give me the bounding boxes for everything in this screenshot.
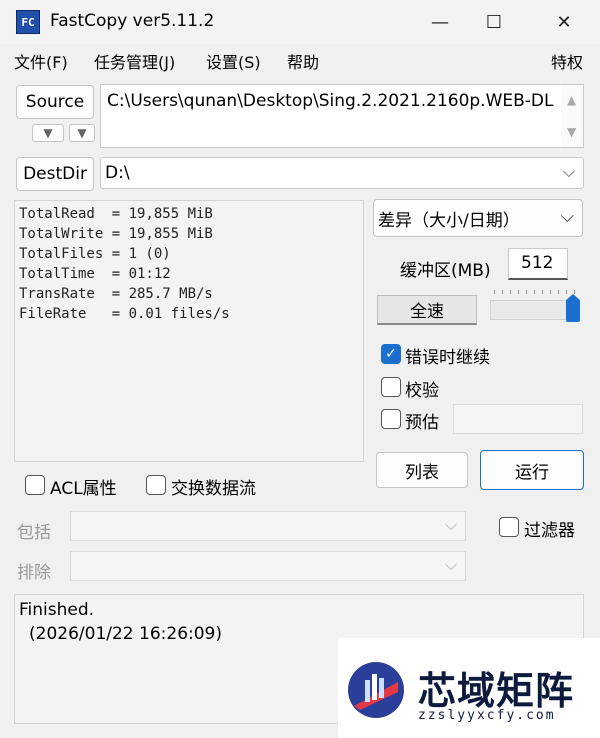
buffer-label: 缓冲区(MB): [400, 261, 491, 281]
continue-on-error-checkbox[interactable]: ✓: [381, 344, 401, 364]
speed-slider-tick: [558, 290, 559, 294]
chevron-down-icon: ⌵: [562, 162, 575, 181]
title-bar[interactable]: FC FastCopy ver5.11.2 — ☐ ✕: [0, 0, 600, 44]
source-history-button[interactable]: ▼: [32, 124, 64, 142]
menu-settings[interactable]: 设置(S): [206, 49, 261, 73]
speed-slider[interactable]: [490, 290, 582, 324]
log-line: TotalWrite = 19,855 MiB: [19, 226, 213, 242]
verify-checkbox[interactable]: [381, 377, 401, 397]
speed-slider-tick: [566, 290, 567, 294]
run-button[interactable]: 运行: [480, 450, 584, 490]
result-log[interactable]: TotalRead = 19,855 MiB TotalWrite = 19,8…: [14, 200, 364, 462]
source-scrollbar[interactable]: ▲ ▼: [561, 85, 583, 147]
exclude-filter-combo: ⌵: [70, 551, 466, 581]
estimate-checkbox[interactable]: [381, 409, 401, 429]
source-button[interactable]: Source: [16, 85, 94, 119]
include-filter-combo: ⌵: [70, 511, 466, 541]
acl-checkbox[interactable]: [25, 475, 45, 495]
speed-slider-track: [490, 300, 578, 320]
continue-on-error-label: 错误时继续: [405, 348, 490, 368]
dest-path-text: D:\: [105, 163, 130, 183]
acl-label: ACL属性: [50, 479, 117, 499]
speed-slider-ticks: [490, 290, 578, 294]
close-icon: ✕: [556, 11, 572, 33]
log-line: TransRate = 285.7 MB/s: [19, 286, 213, 302]
estimate-label: 预估: [405, 413, 439, 433]
include-label: 包括: [17, 523, 51, 543]
destdir-button[interactable]: DestDir: [16, 157, 94, 191]
speed-slider-tick: [518, 290, 519, 294]
filter-label: 过滤器: [524, 521, 575, 541]
speed-slider-tick: [550, 290, 551, 294]
ads-checkbox[interactable]: [146, 475, 166, 495]
maximize-button[interactable]: ☐: [462, 0, 526, 44]
scroll-down-icon[interactable]: ▼: [567, 125, 576, 139]
source-path-field[interactable]: C:\Users\qunan\Desktop\Sing.2.2021.2160p…: [100, 84, 584, 148]
chevron-down-icon: ⌵: [444, 555, 457, 574]
copy-mode-select[interactable]: 差异（大小/日期） ⌵: [373, 199, 583, 237]
chevron-down-icon: ▼: [77, 126, 87, 140]
minimize-icon: —: [431, 11, 449, 33]
dest-path-combo[interactable]: D:\ ⌵: [100, 157, 584, 189]
maximize-icon: ☐: [485, 11, 503, 33]
close-button[interactable]: ✕: [532, 0, 596, 44]
watermark-logo-icon: [348, 662, 404, 718]
chevron-down-icon: ⌵: [444, 515, 457, 534]
speed-slider-tick: [502, 290, 503, 294]
log-line: FileRate = 0.01 files/s: [19, 306, 230, 322]
watermark-title: 芯域矩阵: [418, 669, 575, 713]
menu-bar: 文件(F) 任务管理(J) 设置(S) 帮助 特权: [0, 44, 600, 76]
speed-slider-tick: [534, 290, 535, 294]
ads-label: 交换数据流: [171, 479, 256, 499]
watermark: 芯域矩阵 zzslyyxcfy.com: [338, 638, 600, 738]
buffer-size-input[interactable]: 512: [508, 248, 568, 280]
menu-job-manager[interactable]: 任务管理(J): [94, 49, 175, 73]
speed-slider-thumb[interactable]: [566, 294, 580, 322]
status-message: Finished.: [19, 600, 95, 620]
speed-label: 全速: [377, 295, 477, 325]
list-button[interactable]: 列表: [376, 452, 468, 488]
log-line: TotalRead = 19,855 MiB: [19, 206, 213, 222]
window-title: FastCopy ver5.11.2: [50, 11, 215, 31]
chevron-down-icon: ⌵: [560, 206, 574, 227]
log-line: TotalTime = 01:12: [19, 266, 171, 282]
verify-label: 校验: [405, 381, 439, 401]
filter-checkbox[interactable]: [499, 517, 519, 537]
speed-slider-tick: [542, 290, 543, 294]
speed-slider-tick: [494, 290, 495, 294]
speed-slider-tick: [574, 290, 575, 294]
log-line: TotalFiles = 1 (0): [19, 246, 171, 262]
copy-mode-value: 差异（大小/日期）: [378, 210, 520, 231]
chevron-down-icon: ▼: [43, 126, 53, 140]
scroll-up-icon[interactable]: ▲: [567, 93, 576, 107]
checkmark-icon: ✓: [385, 346, 397, 362]
source-dropdown-button[interactable]: ▼: [69, 124, 95, 142]
source-path-text: C:\Users\qunan\Desktop\Sing.2.2021.2160p…: [107, 91, 554, 111]
menu-help[interactable]: 帮助: [287, 49, 319, 73]
speed-slider-tick: [510, 290, 511, 294]
fastcopy-app-icon: FC: [16, 10, 40, 34]
status-timestamp: (2026/01/22 16:26:09): [29, 624, 223, 644]
exclude-label: 排除: [17, 563, 51, 583]
menu-file[interactable]: 文件(F): [14, 49, 68, 73]
speed-slider-tick: [526, 290, 527, 294]
watermark-url: zzslyyxcfy.com: [418, 708, 556, 723]
menu-privilege[interactable]: 特权: [551, 49, 583, 73]
estimate-output: [453, 404, 583, 434]
